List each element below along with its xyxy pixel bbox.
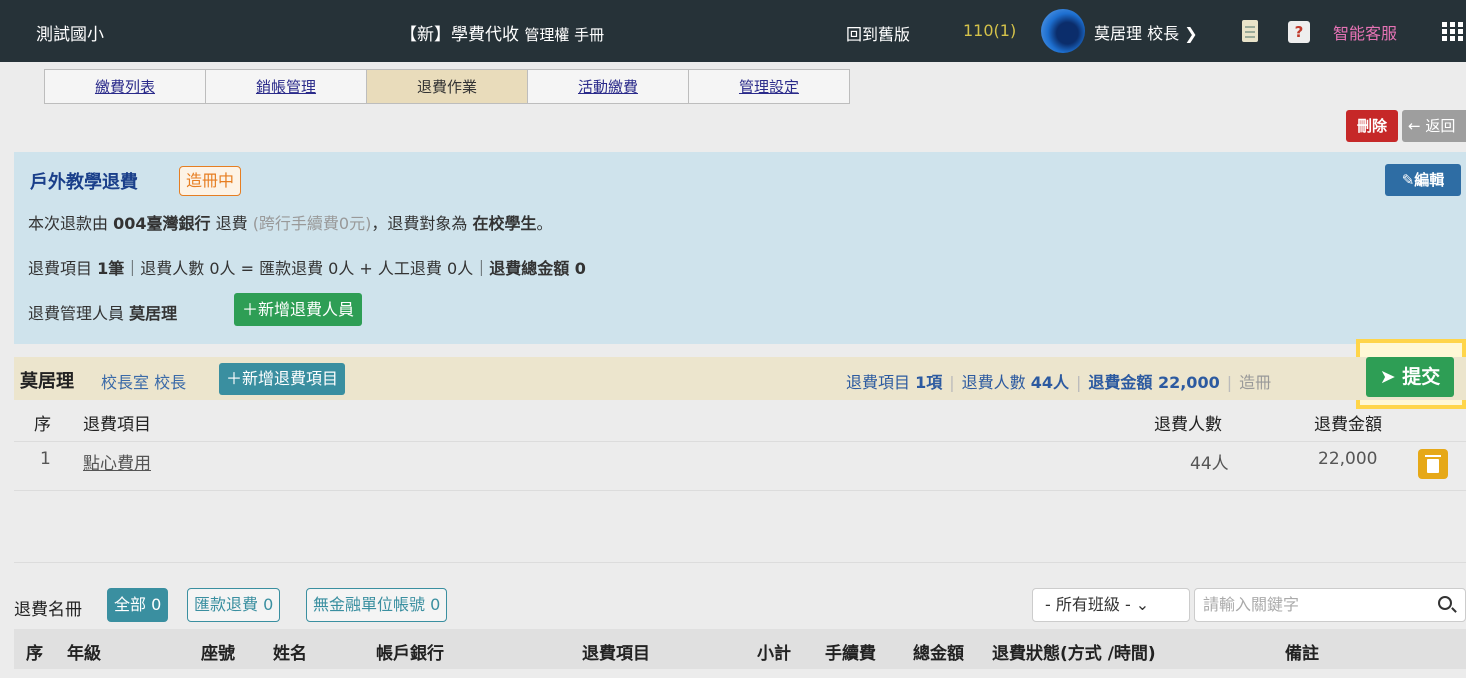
refund-info-panel: 戶外教學退費 造冊中 ✎編輯 本次退款由 004臺灣銀行 退費 (跨行手續費0元… [14,152,1466,344]
owner-stats: 退費項目 1項 | 退費人數 44人 | 退費金額 22,000 | 造冊 [846,369,1271,393]
edit-label: 編輯 [1414,171,1445,189]
stat-items-label: 退費項目 [846,373,916,392]
row-item-link[interactable]: 點心費用 [83,449,151,474]
roster-col-grade: 年級 [67,644,101,664]
section-divider [14,562,1466,563]
document-icon[interactable] [1242,20,1258,42]
tab-payment-list[interactable]: 繳費列表 [44,69,206,103]
status-badge: 造冊中 [179,166,242,196]
stat-people-value: 44人 [1030,373,1069,392]
roster-label: 退費名冊 [14,600,82,620]
bank-mid: 退費 [210,214,253,233]
stat-people-label: 退費人數 [961,373,1031,392]
tab-activity-payment[interactable]: 活動繳費 [527,69,689,103]
refund-title: 戶外教學退費 [30,172,138,193]
help-icon[interactable]: ? [1288,21,1310,43]
stat-items-value: 1項 [915,373,943,392]
owner-name: 莫居理 [20,371,74,392]
system-title-main[interactable]: 【新】學費代收 [400,25,519,45]
class-select[interactable]: - 所有班級 - ⌄ [1032,588,1190,622]
roster-col-item: 退費項目 [582,644,650,664]
old-version-link[interactable]: 回到舊版 [846,21,910,45]
edit-button[interactable]: ✎編輯 [1385,164,1461,196]
manager-name: 莫居理 [129,304,178,323]
roster-col-total: 總金額 [913,644,964,664]
fee-note: (跨行手續費0元) [252,214,372,233]
target-prefix: ，退費對象為 [371,214,473,233]
filter-no-account[interactable]: 無金融單位帳號 0 [306,588,448,622]
filter-remittance[interactable]: 匯款退費 0 [187,588,281,622]
roster-table-header: 序 年級 座號 姓名 帳戶銀行 退費項目 小計 手續費 總金額 退費狀態(方式 … [14,629,1466,669]
refund-target: 在校學生 [472,214,537,233]
stat-separator: | [949,373,955,392]
roster-col-status: 退費狀態(方式 /時間) [992,644,1156,664]
app-grid-icon[interactable] [1442,22,1464,42]
search-icon[interactable] [1438,596,1452,610]
bank-prefix: 本次退款由 [28,214,114,233]
stat-amount: 退費金額 22,000 [1088,373,1220,392]
row-seq: 1 [40,449,51,469]
owner-bar: 莫居理 校長室 校長 ＋新增退費項目 退費項目 1項 | 退費人數 44人 | 退費金額… [14,357,1466,400]
tab-writeoff[interactable]: 銷帳管理 [205,69,367,103]
user-name[interactable]: 莫居理 校長 [1094,24,1179,43]
row-people: 44人 [1190,454,1229,474]
col-amount: 退費金額 [1314,415,1382,435]
term-selector[interactable]: 110(1) [963,21,1016,40]
chevron-down-icon: ❯ [1184,24,1198,43]
add-refund-item-button[interactable]: ＋新增退費項目 [219,363,346,395]
tab-refund[interactable]: 退費作業 [366,69,528,103]
send-icon: ➤ [1379,366,1396,388]
items-value: 1筆 [97,259,125,278]
filter-all[interactable]: 全部 0 [107,588,169,622]
smart-support-link[interactable]: 智能客服 [1333,20,1397,44]
top-navbar: 測試國小 【新】學費代收 管理權 手冊 回到舊版 110(1) 莫居理 校長 ❯… [0,0,1466,62]
tab-divider [44,103,850,104]
summary-rest: ｜退費人數 0人 = 匯款退費 0人 + 人工退費 0人｜ [124,259,490,278]
roster-col-seq: 序 [26,644,43,664]
items-label: 退費項目 [28,259,98,278]
line-end: 。 [536,214,553,233]
col-people: 退費人數 [1154,415,1222,435]
school-name[interactable]: 測試國小 [36,20,104,45]
search-input[interactable]: 請輸入關鍵字 [1194,588,1466,622]
add-manager-button[interactable]: ＋新增退費人員 [234,293,363,326]
avatar[interactable] [1041,9,1085,53]
system-title-sub[interactable]: 管理權 手冊 [524,26,604,44]
row-divider [14,441,1466,442]
pencil-icon: ✎ [1401,171,1415,189]
roster-col-subtotal: 小計 [757,644,791,664]
stat-truncated: 造冊 [1239,373,1272,392]
trash-icon[interactable] [1418,449,1448,479]
total-amount: 退費總金額 0 [489,259,586,278]
stat-separator: | [1076,373,1082,392]
user-menu[interactable]: 莫居理 校長 ❯ [1094,20,1198,44]
row-amount: 22,000 [1318,449,1378,469]
col-item: 退費項目 [83,415,151,435]
back-button[interactable]: ← 返回 [1402,110,1466,142]
submit-button[interactable]: ➤ 提交 [1366,357,1454,397]
bank-name: 004臺灣銀行 [113,214,211,233]
roster-col-bank: 帳戶銀行 [376,644,444,664]
delete-button[interactable]: 刪除 [1346,110,1398,142]
refund-bank-line: 本次退款由 004臺灣銀行 退費 (跨行手續費0元)，退費對象為 在校學生。 [28,210,552,234]
tab-settings[interactable]: 管理設定 [688,69,850,103]
row-divider [14,490,1466,491]
submit-label: 提交 [1402,366,1441,388]
roster-col-note: 備註 [1285,644,1319,664]
refund-summary-line: 退費項目 1筆｜退費人數 0人 = 匯款退費 0人 + 人工退費 0人｜退費總金… [28,255,586,279]
manager-label: 退費管理人員 [28,304,130,323]
roster-col-fee: 手續費 [825,644,876,664]
system-title[interactable]: 【新】學費代收 管理權 手冊 [400,20,604,45]
roster-col-seat: 座號 [201,644,235,664]
owner-role: 校長室 校長 [101,373,187,392]
refund-manager-line: 退費管理人員 莫居理 [28,300,177,324]
roster-col-name: 姓名 [273,644,307,664]
col-seq: 序 [34,415,51,435]
stat-separator: | [1226,373,1233,392]
